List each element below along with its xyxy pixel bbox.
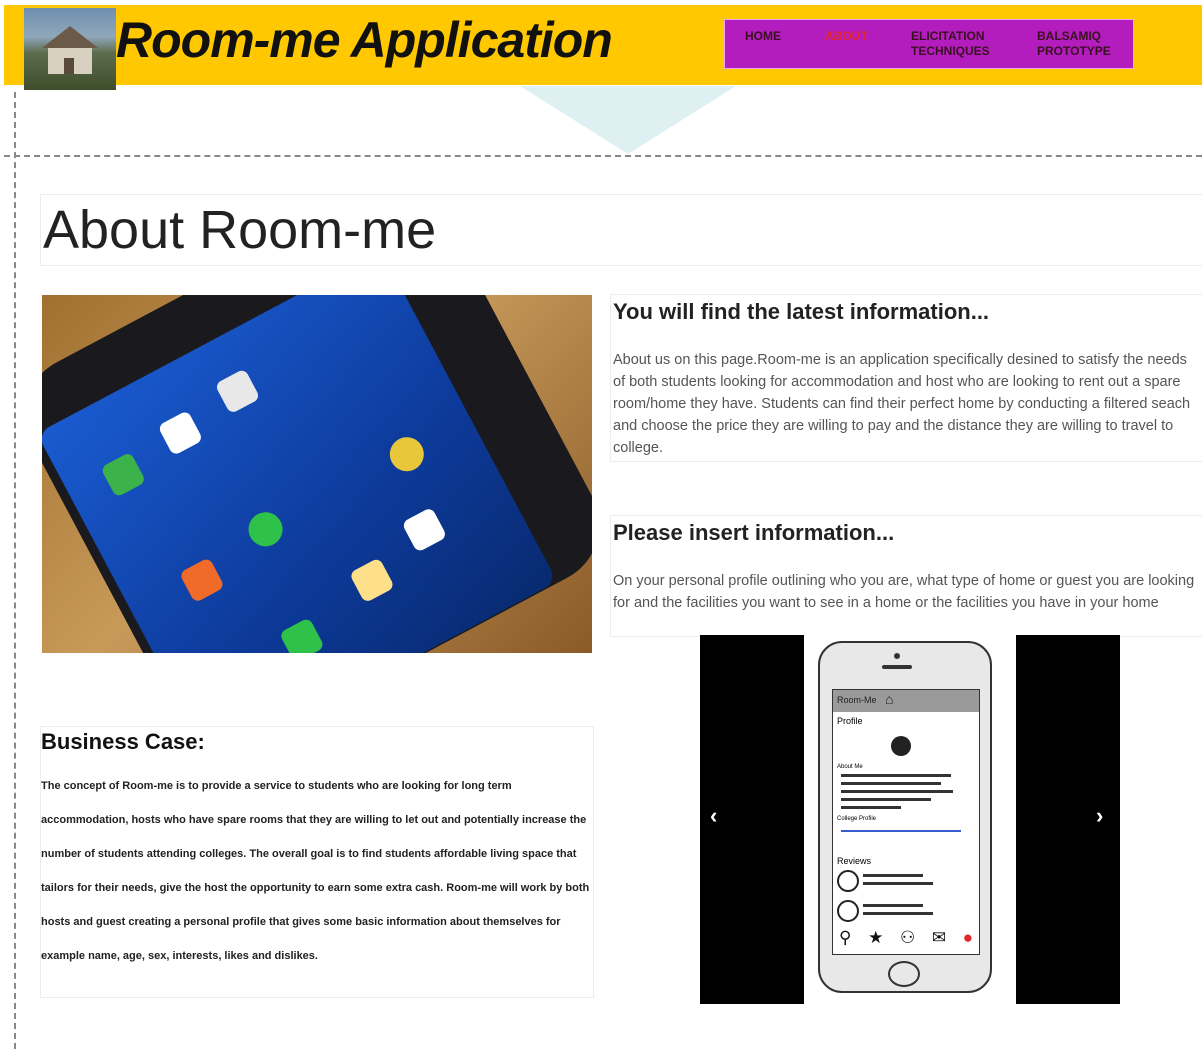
mockup-text-line: [841, 790, 953, 793]
business-case-section: Business Case: The concept of Room-me is…: [40, 726, 594, 998]
nav-item-balsamiq-prototype[interactable]: BALSAMIQ PROTOTYPE: [1037, 29, 1127, 59]
section-heading: You will find the latest information...: [613, 299, 990, 324]
mockup-text-line: [841, 798, 931, 801]
info-section-insert: Please insert information... On your per…: [610, 515, 1202, 637]
hero-banner: [520, 86, 736, 154]
mockup-text-line: [863, 874, 923, 877]
messages-app-icon: [348, 557, 395, 604]
nav-item-elicitation-techniques[interactable]: ELICITATION TECHNIQUES: [911, 29, 1007, 59]
hero-shape: [520, 86, 736, 154]
business-case-body: The concept of Room-me is to provide a s…: [41, 780, 590, 962]
layout-guide-top: [4, 155, 1202, 157]
mockup-user-icon: ⚇: [899, 928, 916, 947]
carousel-next-button[interactable]: ›: [1096, 803, 1103, 829]
contacts-app-icon: [178, 557, 225, 604]
mockup-college-label: College Profile: [837, 816, 877, 822]
app-icon: [157, 410, 204, 457]
nav-item-about[interactable]: ABOUT: [825, 29, 868, 44]
mockup-reviewer-avatar-icon: [837, 900, 859, 922]
mockup-text-line: [841, 806, 901, 809]
logo-door: [64, 58, 74, 74]
mockup-about-label: About Me: [837, 764, 863, 770]
phone-app-icon: [278, 617, 325, 653]
mockup-star-icon: ★: [868, 928, 884, 947]
mockup-text-line: [863, 882, 933, 885]
mockup-home-button: [888, 961, 920, 987]
info-section-latest: You will find the latest information... …: [610, 294, 1202, 462]
mockup-camera: [894, 653, 900, 659]
mockup-app-bar: Room-Me ⌂: [833, 690, 979, 712]
chrome-app-icon: [383, 431, 430, 478]
mockup-bottom-nav: ⚲ ★ ⚇ ✉ ●: [839, 928, 973, 948]
mockup-phone: Room-Me ⌂ Profile About Me College Profi…: [818, 641, 992, 993]
mockup-screen: Room-Me ⌂ Profile About Me College Profi…: [832, 689, 980, 955]
mockup-app-title: Room-Me: [837, 695, 877, 705]
mockup-speaker: [882, 665, 912, 669]
mockup-avatar-icon: [891, 736, 911, 756]
app-icon: [100, 451, 147, 498]
mockup-profile-icon: ●: [962, 928, 973, 947]
mockup-text-line: [863, 912, 933, 915]
section-heading: Please insert information...: [613, 520, 895, 545]
mockup-reviews-label: Reviews: [837, 856, 872, 866]
mockup-search-icon: ⚲: [839, 928, 852, 947]
email-app-icon: [401, 506, 448, 553]
carousel-slide: Room-Me ⌂ Profile About Me College Profi…: [804, 635, 1016, 1004]
app-icon: [214, 368, 261, 415]
app-title: Room-me Application: [116, 12, 613, 68]
mockup-home-icon: ⌂: [885, 691, 894, 707]
whatsapp-app-icon: [242, 506, 289, 553]
smartphone-photo: [42, 295, 592, 653]
mockup-reviewer-avatar-icon: [837, 870, 859, 892]
section-body: About us on this page.Room-me is an appl…: [613, 352, 1191, 456]
logo-house-icon[interactable]: [24, 8, 116, 90]
prototype-carousel[interactable]: Room-Me ⌂ Profile About Me College Profi…: [700, 635, 1120, 1004]
mockup-text-line: [841, 782, 941, 785]
layout-guide-left: [14, 92, 16, 1049]
section-body: On your personal profile outlining who y…: [613, 573, 1195, 611]
site-header: Room-me Application HOME ABOUT ELICITATI…: [4, 5, 1202, 90]
mockup-text-line: [863, 904, 923, 907]
page-title: About Room-me: [43, 200, 437, 260]
mockup-text-line: [841, 774, 951, 777]
business-case-heading: Business Case:: [41, 729, 205, 754]
mockup-profile-label: Profile: [837, 716, 863, 726]
nav-item-home[interactable]: HOME: [745, 29, 781, 44]
mockup-link-line: [841, 830, 961, 832]
carousel-prev-button[interactable]: ‹: [710, 803, 717, 829]
page-title-container: About Room-me: [40, 194, 1202, 266]
mockup-mail-icon: ✉: [931, 928, 947, 947]
main-nav: HOME ABOUT ELICITATION TECHNIQUES BALSAM…: [724, 19, 1134, 69]
logo-roof: [42, 26, 98, 48]
